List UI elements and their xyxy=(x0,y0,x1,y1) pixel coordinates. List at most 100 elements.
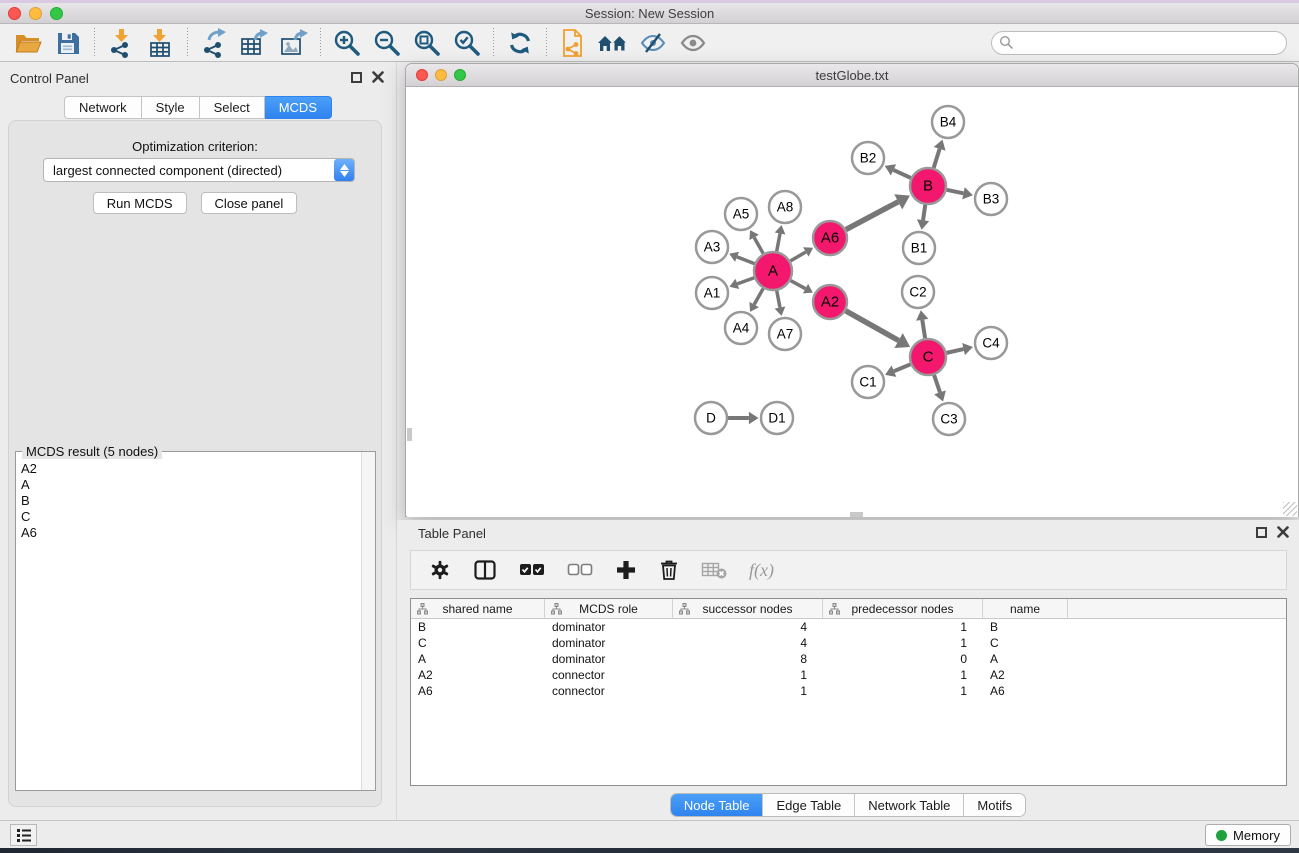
result-item[interactable]: A xyxy=(21,477,360,493)
export-image-button[interactable] xyxy=(274,27,314,59)
graph-node-A7[interactable]: A7 xyxy=(769,318,801,350)
tab-edge-table[interactable]: Edge Table xyxy=(762,794,854,816)
delete-table-button[interactable] xyxy=(701,560,727,580)
graph-edge-A-A4[interactable] xyxy=(754,288,763,304)
table-row[interactable]: Bdominator41B xyxy=(411,619,1286,635)
graph-edge-C-C4[interactable] xyxy=(947,349,964,353)
search-input[interactable] xyxy=(991,31,1287,55)
deselect-all-button[interactable] xyxy=(567,561,593,579)
column-header-successor-nodes[interactable]: successor nodes xyxy=(673,599,823,619)
result-item[interactable]: A2 xyxy=(21,461,360,477)
zoom-out-button[interactable] xyxy=(367,27,407,59)
result-item[interactable]: A6 xyxy=(21,525,360,541)
close-panel-icon[interactable] xyxy=(1277,526,1289,538)
graph-node-D[interactable]: D xyxy=(695,402,727,434)
run-mcds-button[interactable]: Run MCDS xyxy=(93,192,187,214)
horizontal-scroll-indicator[interactable] xyxy=(850,512,863,517)
graph-edge-B-B3[interactable] xyxy=(947,190,964,193)
home-button[interactable] xyxy=(593,27,633,59)
graph-node-B2[interactable]: B2 xyxy=(852,142,884,174)
vertical-scroll-indicator[interactable] xyxy=(407,428,412,441)
hide-graphics-button[interactable] xyxy=(633,27,673,59)
graph-node-C4[interactable]: C4 xyxy=(975,327,1007,359)
graph-edge-B-B2[interactable] xyxy=(893,170,910,178)
graph-edge-A-A6[interactable] xyxy=(790,252,806,261)
zoom-selected-button[interactable] xyxy=(447,27,487,59)
task-history-button[interactable] xyxy=(10,824,37,846)
criterion-select[interactable]: largest connected component (directed) xyxy=(43,158,355,182)
tab-motifs[interactable]: Motifs xyxy=(963,794,1025,816)
new-network-button[interactable] xyxy=(553,27,593,59)
graph-edge-B-B4[interactable] xyxy=(934,149,940,168)
tab-network-table[interactable]: Network Table xyxy=(854,794,963,816)
show-columns-button[interactable] xyxy=(473,559,497,581)
graph-edge-C-C1[interactable] xyxy=(894,364,911,371)
graph-edge-A6-B[interactable] xyxy=(846,202,898,230)
result-item[interactable]: B xyxy=(21,493,360,509)
zoom-in-button[interactable] xyxy=(327,27,367,59)
graph-node-A4[interactable]: A4 xyxy=(725,312,757,344)
graph-node-D1[interactable]: D1 xyxy=(761,402,793,434)
graph-node-C1[interactable]: C1 xyxy=(852,366,884,398)
graph-node-C3[interactable]: C3 xyxy=(933,403,965,435)
graph-node-B4[interactable]: B4 xyxy=(932,106,964,138)
graph-node-C[interactable]: C xyxy=(910,339,946,375)
add-column-button[interactable] xyxy=(615,559,637,581)
tab-mcds[interactable]: MCDS xyxy=(265,96,332,119)
graph-node-B3[interactable]: B3 xyxy=(975,183,1007,215)
graph-node-B1[interactable]: B1 xyxy=(903,232,935,264)
refresh-button[interactable] xyxy=(500,27,540,59)
import-table-button[interactable] xyxy=(141,27,181,59)
tab-select[interactable]: Select xyxy=(200,96,265,119)
close-panel-icon[interactable] xyxy=(372,71,384,83)
graph-edge-A-A2[interactable] xyxy=(791,281,806,289)
result-scrollbar[interactable] xyxy=(361,452,375,790)
graph-edge-A2-C[interactable] xyxy=(846,311,899,341)
graph-node-A5[interactable]: A5 xyxy=(725,198,757,230)
graph-node-A1[interactable]: A1 xyxy=(696,277,728,309)
tab-network[interactable]: Network xyxy=(64,96,142,119)
graph-edge-A-A5[interactable] xyxy=(754,237,763,253)
graph-edge-B-B1[interactable] xyxy=(923,205,925,220)
graph-edge-A-A7[interactable] xyxy=(777,291,780,308)
column-header-shared-name[interactable]: shared name xyxy=(411,599,545,619)
graph-node-A6[interactable]: A6 xyxy=(813,221,847,255)
table-row[interactable]: Adominator80A xyxy=(411,651,1286,667)
save-session-button[interactable] xyxy=(48,27,88,59)
table-row[interactable]: A2connector11A2 xyxy=(411,667,1286,683)
graph-edge-A-A1[interactable] xyxy=(737,278,754,284)
network-window-titlebar[interactable]: testGlobe.txt xyxy=(406,64,1298,87)
show-graphics-button[interactable] xyxy=(673,27,713,59)
function-builder-button[interactable]: f(x) xyxy=(749,560,774,581)
result-item[interactable]: C xyxy=(21,509,360,525)
network-canvas[interactable]: A A1 A3A5 A8 A6 A2 A4 A7 B B1 B2 B3 B4 C C1 C2 C3 C4 D D1 xyxy=(407,88,1298,517)
table-settings-button[interactable] xyxy=(429,559,451,581)
graph-node-A[interactable]: A xyxy=(754,252,792,290)
graph-node-A2[interactable]: A2 xyxy=(813,285,847,319)
table-row[interactable]: A6connector11A6 xyxy=(411,683,1286,699)
graph-node-A3[interactable]: A3 xyxy=(696,231,728,263)
delete-column-button[interactable] xyxy=(659,559,679,581)
resize-grip[interactable] xyxy=(1283,502,1297,516)
graph-node-B[interactable]: B xyxy=(910,168,946,204)
graph-edge-C-C2[interactable] xyxy=(922,320,925,338)
close-panel-button[interactable]: Close panel xyxy=(201,192,298,214)
graph-edge-A-A3[interactable] xyxy=(737,257,754,264)
graph-edge-C-C3[interactable] xyxy=(934,375,940,392)
tab-node-table[interactable]: Node Table xyxy=(671,794,763,816)
export-network-button[interactable] xyxy=(194,27,234,59)
column-header-MCDS-role[interactable]: MCDS role xyxy=(545,599,673,619)
export-table-button[interactable] xyxy=(234,27,274,59)
select-all-button[interactable] xyxy=(519,561,545,579)
memory-button[interactable]: Memory xyxy=(1205,824,1291,846)
column-header-name[interactable]: name xyxy=(983,599,1068,619)
float-panel-icon[interactable] xyxy=(1256,527,1267,538)
graph-node-C2[interactable]: C2 xyxy=(902,276,934,308)
graph-edge-A-A8[interactable] xyxy=(777,233,780,251)
tab-style[interactable]: Style xyxy=(142,96,200,119)
float-panel-icon[interactable] xyxy=(351,72,362,83)
graph-node-A8[interactable]: A8 xyxy=(769,191,801,223)
import-network-button[interactable] xyxy=(101,27,141,59)
table-row[interactable]: Cdominator41C xyxy=(411,635,1286,651)
open-session-button[interactable] xyxy=(8,27,48,59)
